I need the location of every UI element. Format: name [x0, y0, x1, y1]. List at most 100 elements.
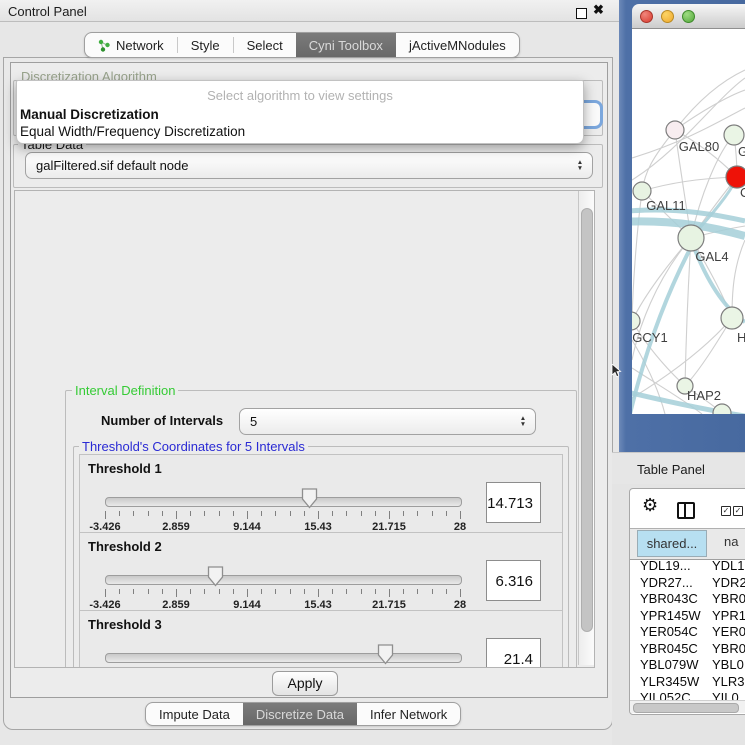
slider-tick: [119, 511, 120, 516]
slider-tick: [318, 589, 319, 597]
tab-discretize-data[interactable]: Discretize Data: [243, 703, 357, 725]
cell-name: YBR0: [712, 591, 745, 606]
slider-tick: [389, 667, 390, 668]
algorithm-option[interactable]: Manual Discretization: [20, 107, 159, 122]
slider-tick: [261, 511, 262, 516]
thresholds-title: Threshold's Coordinates for 5 Intervals: [79, 439, 308, 454]
slider-tick: [290, 511, 291, 516]
network-canvas[interactable]: GAL80GCGAL11GAL4GCY1HHAP2: [632, 29, 745, 414]
slider-track[interactable]: [105, 653, 462, 663]
tab-impute-data[interactable]: Impute Data: [146, 703, 243, 725]
split-columns-icon[interactable]: [677, 502, 695, 519]
slider-tick: [190, 589, 191, 594]
checkbox-icon[interactable]: ✓: [721, 506, 731, 516]
cyni-mode-tabs: Impute DataDiscretize Data Infer Network: [145, 702, 461, 726]
algorithm-combobox-fragment[interactable]: [583, 100, 603, 129]
slider-tick: [190, 511, 191, 516]
scrollbar-thumb[interactable]: [581, 208, 593, 632]
slider-tick: [204, 589, 205, 594]
table-row[interactable]: YDR27...YDR2: [630, 575, 745, 592]
tab-infer-network[interactable]: Infer Network: [357, 703, 460, 725]
table-row[interactable]: YBR045CYBR0: [630, 641, 745, 658]
gear-icon[interactable]: ⚙: [642, 495, 658, 516]
cell-name: YLR3: [712, 674, 745, 689]
slider-tick: [219, 667, 220, 668]
apply-button[interactable]: Apply: [272, 671, 338, 696]
spinner-arrows-icon[interactable]: ▲▼: [515, 416, 535, 427]
tab-network[interactable]: Network: [85, 33, 177, 57]
network-node-h[interactable]: [721, 307, 743, 329]
algorithm-option[interactable]: Equal Width/Frequency Discretization: [20, 124, 245, 139]
tab-select[interactable]: Select: [234, 33, 296, 57]
table-row[interactable]: YBL079WYBL0: [630, 657, 745, 674]
control-panel-titlebar: Control Panel ✖: [0, 0, 620, 22]
slider-handle[interactable]: [376, 643, 395, 665]
settings-scrollbar[interactable]: [578, 191, 594, 665]
node-label: H: [737, 330, 745, 345]
threshold-label: Threshold 3: [88, 617, 162, 632]
minimize-light[interactable]: [661, 10, 674, 23]
table-header-row: shared... na: [630, 528, 745, 560]
threshold-label: Threshold 2: [88, 539, 162, 554]
table-row[interactable]: YBR043CYBR0: [630, 591, 745, 608]
tab-cyni-toolbox[interactable]: Cyni Toolbox: [296, 33, 396, 57]
network-node-gcy1[interactable]: [632, 312, 640, 330]
slider-tick: [403, 589, 404, 594]
cell-shared-name: YLR345W: [640, 674, 699, 689]
tab-label: Infer Network: [370, 707, 447, 722]
table-body: YDL19...YDL1YDR27...YDR2YBR043CYBR0YPR14…: [630, 558, 745, 702]
network-window-titlebar[interactable]: [632, 4, 745, 29]
network-node-g[interactable]: [724, 125, 744, 145]
cell-shared-name: YDR27...: [640, 575, 693, 590]
slider-tick: [460, 667, 461, 668]
zoom-light[interactable]: [682, 10, 695, 23]
number-of-intervals-spinner[interactable]: 5 ▲▼: [239, 408, 536, 435]
table-row[interactable]: YER054CYER0: [630, 624, 745, 641]
tab-label: jActiveMNodules: [409, 38, 506, 53]
close-light[interactable]: [640, 10, 653, 23]
slider-tick: [332, 511, 333, 516]
slider-tick: [247, 511, 248, 519]
column-header-name[interactable]: na: [724, 534, 738, 549]
threshold-row: Threshold 1-3.4262.8599.14415.4321.71528…: [79, 454, 563, 534]
threshold-value-field[interactable]: 6.316: [486, 560, 541, 601]
tab-style[interactable]: Style: [178, 33, 233, 57]
slider-tick: [304, 667, 305, 668]
interval-definition-title: Interval Definition: [72, 383, 178, 398]
threshold-value-field[interactable]: 14.713: [486, 482, 541, 523]
slider-tick: [176, 511, 177, 519]
slider-handle[interactable]: [300, 487, 319, 509]
table-row[interactable]: YLR345W YLR3: [630, 674, 745, 691]
table-row[interactable]: YDL19...YDL1: [630, 558, 745, 575]
network-node[interactable]: [713, 404, 731, 414]
slider-tick: [460, 511, 461, 519]
slider-track[interactable]: [105, 575, 462, 585]
node-label: C: [740, 185, 745, 200]
scrollbar-thumb[interactable]: [633, 703, 739, 713]
float-icon[interactable]: [576, 8, 587, 19]
network-node-gal80[interactable]: [666, 121, 684, 139]
slider-track[interactable]: [105, 497, 462, 507]
spinner-arrows-icon[interactable]: ▲▼: [572, 160, 592, 171]
close-icon[interactable]: ✖: [593, 2, 604, 18]
slider-tick: [389, 589, 390, 597]
slider-tick: [219, 589, 220, 594]
table-data-combobox[interactable]: galFiltered.sif default node ▲▼: [25, 152, 593, 179]
cell-name: YBR0: [712, 641, 745, 656]
checkbox-icon[interactable]: ✓: [733, 506, 743, 516]
table-row[interactable]: YPR145WYPR1: [630, 608, 745, 625]
network-node-gal4[interactable]: [678, 225, 704, 251]
table-hscrollbar[interactable]: [630, 700, 745, 713]
slider-tick: [346, 589, 347, 594]
cell-shared-name: YPR145W: [640, 608, 701, 623]
tab-label: Network: [116, 38, 164, 53]
network-edge: [675, 70, 745, 130]
settings-viewport: Interval Definition Number of Intervals …: [14, 190, 595, 668]
table-panel-title: Table Panel: [637, 462, 705, 477]
slider-tick: [332, 589, 333, 594]
algorithm-hint-item[interactable]: Select algorithm to view settings: [17, 88, 583, 103]
slider-handle[interactable]: [206, 565, 225, 587]
column-header-shared-name[interactable]: shared...: [637, 530, 707, 557]
tab-jactivemnodules[interactable]: jActiveMNodules: [396, 33, 519, 57]
threshold-value-field[interactable]: 21.4: [486, 638, 541, 668]
